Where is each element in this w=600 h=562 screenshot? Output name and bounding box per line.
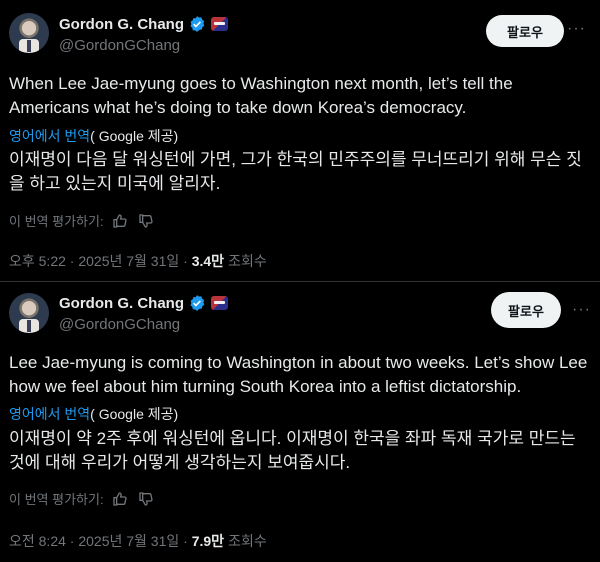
rate-translation-label: 이 번역 평가하기: xyxy=(9,492,104,507)
more-icon[interactable]: ··· xyxy=(572,301,591,319)
tweet-meta: 오후 5:22 · 2025년 7월 31일 · 3.4만 조회수 xyxy=(9,251,267,271)
translated-text: 이재명이 약 2주 후에 워싱턴에 옵니다. 이재명이 한국을 좌파 독재 국가… xyxy=(9,429,576,472)
timestamp[interactable]: 오후 5:22 · 2025년 7월 31일 · xyxy=(9,251,188,271)
thumbs-down-icon[interactable] xyxy=(138,491,154,507)
avatar[interactable] xyxy=(9,293,49,333)
author-name[interactable]: Gordon G. Chang xyxy=(59,295,184,312)
views-count: 3.4만 xyxy=(191,253,225,269)
follow-button[interactable]: 팔로우 xyxy=(491,292,561,328)
author-row: Gordon G. Chang xyxy=(59,293,228,313)
views-count: 7.9만 xyxy=(191,533,225,549)
translate-link[interactable]: 영어에서 번역 xyxy=(9,404,90,424)
tweet-meta: 오전 8:24 · 2025년 7월 31일 · 7.9만 조회수 xyxy=(9,531,267,551)
affiliation-badge-icon[interactable] xyxy=(211,17,228,31)
translate-link[interactable]: 영어에서 번역 xyxy=(9,126,90,146)
translation-credit: 영어에서 번역 ( Google 제공) xyxy=(9,126,178,146)
rate-translation: 이 번역 평가하기: xyxy=(9,489,154,508)
translation-provider: ( Google 제공) xyxy=(90,406,179,422)
rate-translation: 이 번역 평가하기: xyxy=(9,211,154,230)
author-row: Gordon G. Chang xyxy=(59,14,228,34)
thumbs-down-icon[interactable] xyxy=(138,213,154,229)
tweet-text: When Lee Jae-myung goes to Washington ne… xyxy=(9,74,513,117)
tweet-text: Lee Jae-myung is coming to Washington in… xyxy=(9,353,588,396)
follow-button[interactable]: 팔로우 xyxy=(486,15,564,47)
author-handle[interactable]: @GordonGChang xyxy=(59,37,180,54)
rate-translation-label: 이 번역 평가하기: xyxy=(9,214,104,229)
author-name[interactable]: Gordon G. Chang xyxy=(59,16,184,33)
more-icon[interactable]: ··· xyxy=(567,20,586,38)
verified-badge-icon xyxy=(190,295,205,311)
author-handle[interactable]: @GordonGChang xyxy=(59,316,180,333)
timestamp[interactable]: 오전 8:24 · 2025년 7월 31일 · xyxy=(9,531,188,551)
tweet: Gordon G. Chang @GordonGChang 팔로우 ··· Wh… xyxy=(0,0,600,281)
translated-text: 이재명이 다음 달 워싱턴에 가면, 그가 한국의 민주주의를 무너뜨리기 위해… xyxy=(9,150,582,193)
translation-credit: 영어에서 번역 ( Google 제공) xyxy=(9,404,178,424)
views-label: 조회수 xyxy=(228,533,267,549)
translation-provider: ( Google 제공) xyxy=(90,128,179,144)
thumbs-up-icon[interactable] xyxy=(112,491,128,507)
tweet: Gordon G. Chang @GordonGChang 팔로우 ··· Le… xyxy=(0,281,600,562)
thumbs-up-icon[interactable] xyxy=(112,213,128,229)
verified-badge-icon xyxy=(190,16,205,32)
avatar[interactable] xyxy=(9,13,49,53)
views-label: 조회수 xyxy=(228,253,267,269)
affiliation-badge-icon[interactable] xyxy=(211,296,228,310)
